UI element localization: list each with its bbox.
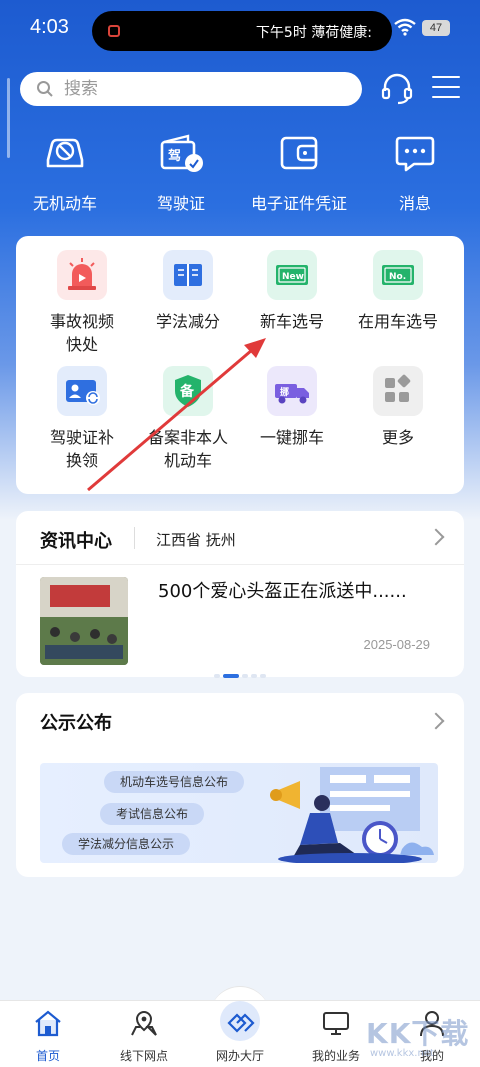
island-notification-text: 下午5时 薄荷健康: bbox=[255, 25, 372, 41]
svg-text:备: 备 bbox=[179, 383, 195, 400]
watermark-logo: KK下载 bbox=[366, 1017, 470, 1050]
notice-card: 公示公布 机动车选号信息公布 考试信息公布 学法减分信息公示 bbox=[16, 693, 464, 877]
grid-item-label: 在用车选号 bbox=[357, 312, 438, 331]
grid-item-more[interactable]: 更多 bbox=[342, 366, 454, 449]
home-icon bbox=[35, 1010, 61, 1037]
notice-pill[interactable]: 考试信息公布 bbox=[100, 803, 205, 825]
svg-text:No.: No. bbox=[389, 272, 406, 282]
online-hall-icon bbox=[227, 1013, 255, 1033]
nav-online-hall[interactable]: 网办大厅 bbox=[192, 1001, 288, 1064]
search-icon bbox=[37, 81, 53, 97]
search-input[interactable] bbox=[64, 76, 344, 102]
service-label: 无机动车 bbox=[32, 194, 97, 213]
service-label: 电子证件凭证 bbox=[250, 194, 347, 213]
status-bar: 4:03 下午5时 薄荷健康: 47 bbox=[0, 0, 480, 60]
license-icon: 驾 bbox=[160, 134, 203, 172]
nav-offline-outlets[interactable]: 线下网点 bbox=[96, 1009, 192, 1064]
record-shield-icon: 备 bbox=[163, 366, 213, 416]
grid-item-label: 一键挪车 bbox=[259, 428, 324, 447]
battery-indicator: 47 bbox=[422, 20, 450, 36]
customer-service-icon[interactable] bbox=[380, 72, 414, 106]
dynamic-island: 下午5时 薄荷健康: bbox=[92, 11, 392, 51]
alarm-video-icon bbox=[57, 250, 107, 300]
news-section-title: 资讯中心 bbox=[40, 531, 112, 552]
no-plate-icon: No. bbox=[373, 250, 423, 300]
nav-home[interactable]: 首页 bbox=[0, 1009, 96, 1064]
service-no-vehicle[interactable]: 无机动车 bbox=[10, 130, 120, 214]
chevron-right-icon[interactable] bbox=[427, 712, 445, 730]
nav-label: 首页 bbox=[35, 1049, 60, 1063]
grid-item-label: 事故视频快处 bbox=[50, 312, 115, 354]
nav-label: 网办大厅 bbox=[215, 1049, 264, 1063]
announcement-illustration bbox=[270, 767, 434, 863]
grid-item-accident-video[interactable]: 事故视频快处 bbox=[26, 250, 138, 356]
top-services: 无机动车 驾 驾驶证 电子证件凭证 消息 bbox=[0, 130, 480, 220]
book-icon bbox=[163, 250, 213, 300]
license-renew-icon bbox=[57, 366, 107, 416]
notice-section-title: 公示公布 bbox=[40, 713, 112, 734]
grid-item-new-car-plate[interactable]: New 新车选号 bbox=[236, 250, 348, 333]
service-e-certificate[interactable]: 电子证件凭证 bbox=[244, 130, 354, 214]
watermark-url: www.kkx.net bbox=[370, 1048, 434, 1059]
service-driver-license[interactable]: 驾 驾驶证 bbox=[126, 130, 236, 214]
map-pin-icon bbox=[131, 1010, 157, 1036]
grid-item-license-renew[interactable]: 驾驶证补换领 bbox=[26, 366, 138, 472]
chevron-right-icon[interactable] bbox=[427, 528, 445, 546]
monitor-icon bbox=[323, 1012, 349, 1035]
service-grid-card: 事故视频快处 学法减分 New 新车选号 No. 在用车选号 驾驶证补换领 备 … bbox=[16, 236, 464, 494]
news-date: 2025-08-29 bbox=[363, 637, 431, 652]
grid-item-move-car[interactable]: 挪 一键挪车 bbox=[236, 366, 348, 449]
search-bar[interactable] bbox=[20, 72, 362, 106]
grid-item-label: 驾驶证补换领 bbox=[50, 428, 115, 470]
grid-item-label: 更多 bbox=[381, 428, 414, 447]
notice-banner[interactable]: 机动车选号信息公布 考试信息公布 学法减分信息公示 bbox=[40, 763, 438, 863]
wallet-icon bbox=[280, 136, 318, 170]
status-time: 4:03 bbox=[30, 16, 69, 38]
move-truck-icon: 挪 bbox=[267, 366, 317, 416]
nav-label: 线下网点 bbox=[119, 1049, 168, 1063]
news-headline[interactable]: 500个爱心头盔正在派送中...... bbox=[158, 577, 407, 603]
notice-pill[interactable]: 学法减分信息公示 bbox=[62, 833, 191, 855]
more-grid-icon bbox=[373, 366, 423, 416]
new-plate-icon: New bbox=[267, 250, 317, 300]
menu-icon[interactable] bbox=[432, 76, 460, 100]
grid-item-label: 学法减分 bbox=[155, 312, 220, 331]
divider bbox=[134, 527, 135, 549]
no-vehicle-icon bbox=[46, 138, 84, 168]
news-thumbnail[interactable] bbox=[40, 577, 128, 665]
grid-item-label: 备案非本人机动车 bbox=[147, 428, 228, 470]
svg-text:New: New bbox=[282, 272, 304, 282]
notice-pill[interactable]: 机动车选号信息公布 bbox=[104, 771, 245, 793]
grid-item-used-car-plate[interactable]: No. 在用车选号 bbox=[342, 250, 454, 333]
service-label: 消息 bbox=[398, 194, 431, 213]
news-header[interactable]: 资讯中心 江西省 抚州 bbox=[16, 511, 464, 565]
grid-item-record-vehicle[interactable]: 备 备案非本人机动车 bbox=[132, 366, 244, 472]
carousel-dots bbox=[214, 663, 269, 682]
grid-item-label: 新车选号 bbox=[259, 312, 324, 331]
service-messages[interactable]: 消息 bbox=[360, 130, 470, 214]
wifi-icon bbox=[394, 18, 416, 36]
grid-item-study-law[interactable]: 学法减分 bbox=[132, 250, 244, 333]
watermark: KK下载 www.kkx.net bbox=[366, 1012, 476, 1062]
svg-text:驾: 驾 bbox=[168, 148, 181, 164]
message-icon bbox=[395, 136, 435, 172]
service-label: 驾驶证 bbox=[156, 194, 205, 213]
news-location[interactable]: 江西省 抚州 bbox=[156, 529, 236, 550]
news-card: 资讯中心 江西省 抚州 500个爱心头盔正在派送中...... 2025-08-… bbox=[16, 511, 464, 678]
svg-text:挪: 挪 bbox=[280, 386, 289, 398]
app-notification-icon bbox=[108, 25, 120, 37]
